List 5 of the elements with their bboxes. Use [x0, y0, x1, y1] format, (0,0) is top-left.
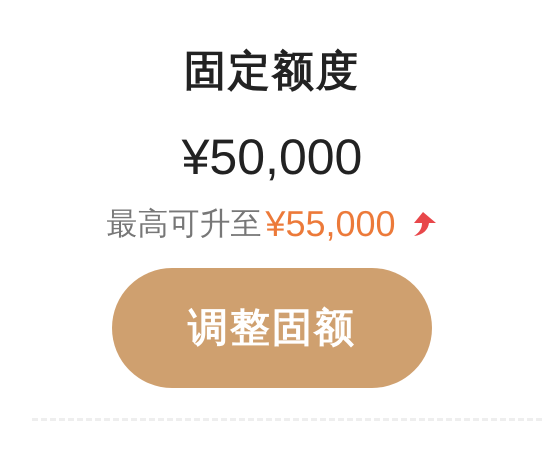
upgrade-label: 最高可升至 — [106, 208, 262, 240]
adjust-limit-button[interactable]: 调整固额 — [112, 268, 432, 388]
upgrade-amount: ¥55,000 — [265, 206, 396, 242]
credit-amount: ¥50,000 — [182, 132, 362, 182]
card-title: 固定额度 — [184, 50, 360, 92]
